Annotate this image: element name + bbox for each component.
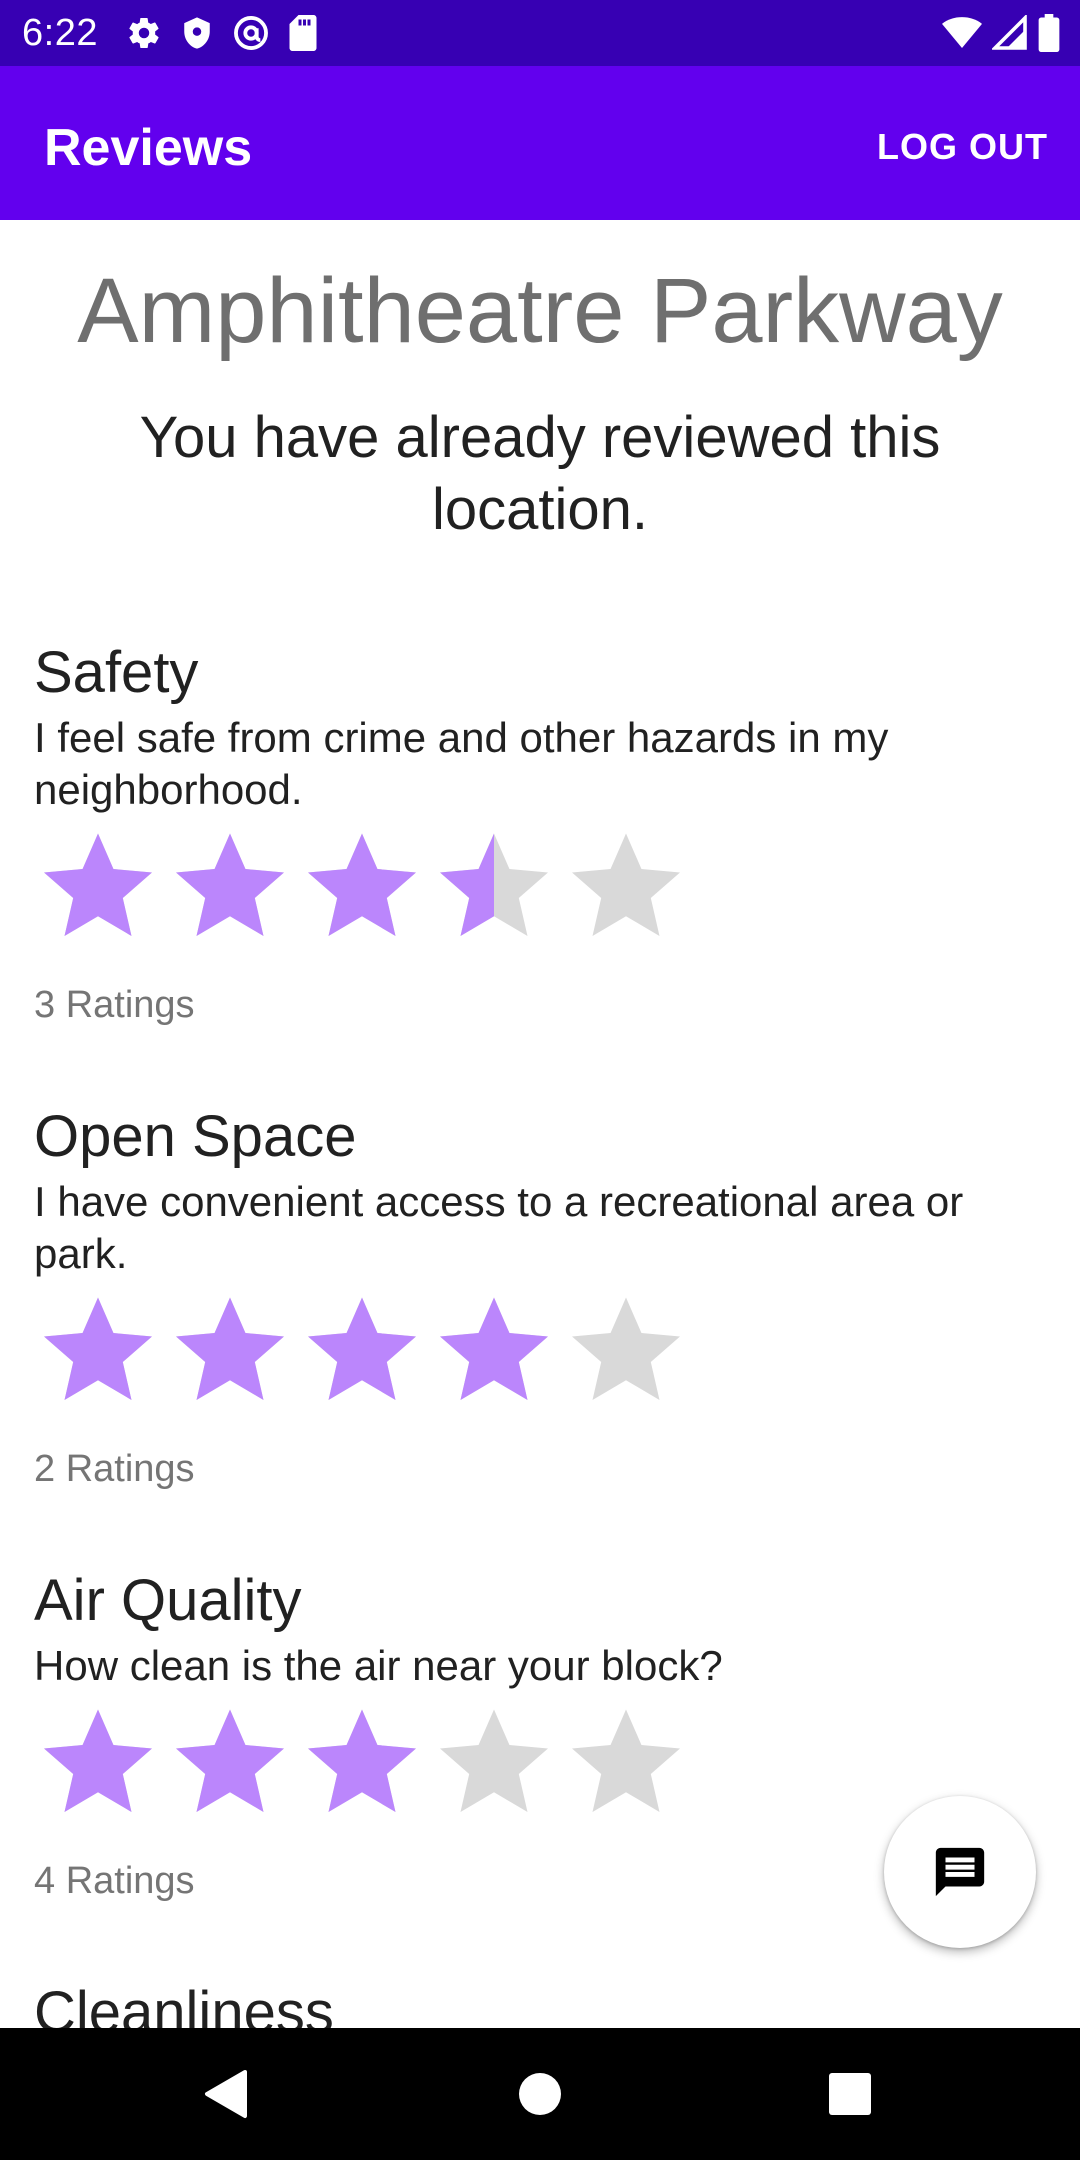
status-time: 6:22 [22, 12, 98, 54]
at-sign-icon [232, 14, 270, 52]
home-button[interactable] [510, 2064, 570, 2124]
reviews-scroll-content[interactable]: Amphitheatre Parkway You have already re… [0, 220, 1080, 2028]
category-cleanliness: Cleanliness [34, 1978, 1044, 2028]
sd-card-icon [288, 15, 318, 51]
status-bar: 6:22 [0, 0, 1080, 66]
home-icon [518, 2072, 562, 2116]
category-title: Cleanliness [34, 1980, 334, 2028]
location-title: Amphitheatre Parkway [77, 260, 1003, 362]
settings-icon [126, 15, 162, 51]
system-nav-bar [0, 2028, 1080, 2160]
category-title: Safety [34, 640, 199, 705]
category-safety: Safety I feel safe from crime and other … [34, 638, 1044, 1028]
star-filled-icon [302, 1702, 434, 1822]
battery-icon [1038, 14, 1060, 52]
ratings-count: 2 Ratings [34, 1448, 195, 1490]
chat-message-icon [931, 1843, 989, 1901]
star-filled-icon [38, 826, 170, 946]
category-open-space: Open Space I have convenient access to a… [34, 1102, 1044, 1492]
star-filled-icon [302, 1290, 434, 1410]
already-reviewed-notice: You have already reviewed this location. [139, 405, 941, 542]
star-rating [38, 1290, 1044, 1410]
category-question: I have convenient access to a recreation… [34, 1178, 964, 1277]
recents-button[interactable] [820, 2064, 880, 2124]
screen: 6:22 Reviews LOG OUT Amphitheatre Parkwa… [0, 0, 1080, 2160]
back-button[interactable] [196, 2064, 256, 2124]
star-filled-icon [170, 1290, 302, 1410]
star-filled-icon [170, 826, 302, 946]
wifi-icon [942, 16, 982, 50]
status-notification-icons [126, 13, 336, 53]
star-filled-icon [38, 1702, 170, 1822]
star-empty-icon [566, 826, 698, 946]
recents-icon [829, 2073, 871, 2115]
app-bar: Reviews LOG OUT [0, 66, 1080, 220]
ratings-count: 3 Ratings [34, 984, 195, 1026]
star-filled-icon [170, 1702, 302, 1822]
star-empty-icon [566, 1702, 698, 1822]
category-title: Open Space [34, 1104, 357, 1169]
category-question: How clean is the air near your block? [34, 1642, 723, 1689]
star-empty-icon [566, 1290, 698, 1410]
message-fab-button[interactable] [884, 1796, 1036, 1948]
star-filled-icon [38, 1290, 170, 1410]
status-system-icons [932, 13, 1060, 53]
shield-icon [180, 15, 214, 51]
star-filled-icon [302, 826, 434, 946]
star-filled-icon [434, 1290, 566, 1410]
app-title: Reviews [44, 119, 253, 177]
category-title: Air Quality [34, 1568, 302, 1633]
star-rating [38, 1702, 1044, 1822]
star-half-icon [434, 826, 566, 946]
category-question: I feel safe from crime and other hazards… [34, 714, 889, 813]
cell-signal-icon [992, 15, 1028, 51]
back-icon [203, 2069, 249, 2119]
star-rating [38, 826, 1044, 946]
logout-button[interactable]: LOG OUT [877, 122, 1048, 172]
star-empty-icon [434, 1702, 566, 1822]
